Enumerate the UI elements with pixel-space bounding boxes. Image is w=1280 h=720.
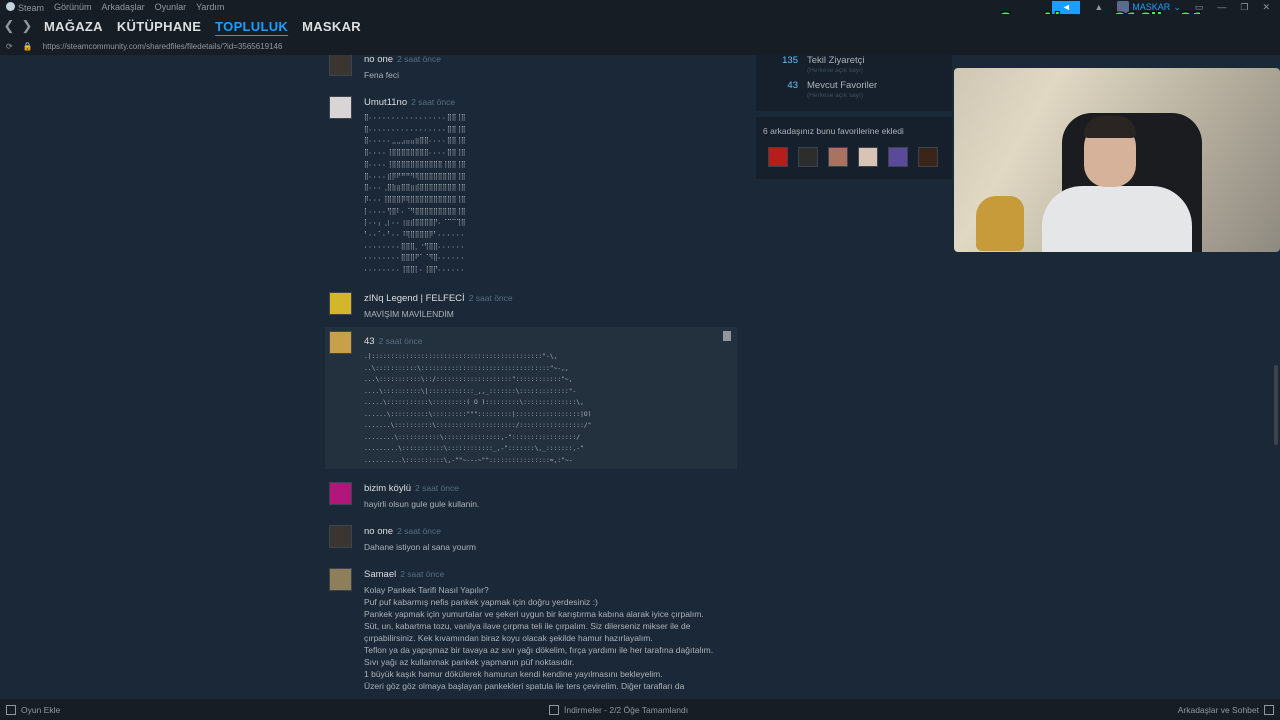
avatar[interactable] [329,292,352,315]
avatar[interactable] [329,96,352,119]
steam-menu[interactable]: Steam [6,1,44,13]
reload-icon[interactable]: ⟳ [6,42,13,51]
comment-author[interactable]: 43 [364,336,375,347]
stat-label: Tekil Ziyaretçi [807,55,865,66]
url-bar: ⟳ 🔒 https://steamcommunity.com/sharedfil… [0,38,1280,55]
menu-view[interactable]: Görünüm [54,2,92,12]
stat-number: 135 [782,55,798,66]
top-menu: Steam Görünüm Arkadaşlar Oyunlar Yardım [0,1,224,13]
comment-text: hayirli olsun gule gule kullanin. [364,499,480,509]
comment: bizim köylü 2 saat önce hayirli olsun gul… [325,478,737,510]
comment: 43 2 saat önce .|::::::::::::::::::::::::… [325,327,737,469]
comment-author[interactable]: zINq Legend | FELFECİ [364,293,465,304]
friends-chat-label: Arkadaşlar ve Sohbet [1177,704,1259,715]
downloads-label: İndirmeler - 2/2 Öğe Tamamlandı [564,704,689,715]
comment-author[interactable]: bizim köylü [364,483,411,494]
comment-time: 2 saat önce [378,336,423,346]
comment: Samael 2 saat önce Kolay Pankek Tarifi Na… [325,564,737,699]
lock-icon: 🔒 [22,42,33,51]
comment-text: Dahane istiyon al sana yourm [364,542,476,552]
comment-text: Kolay Pankek Tarifi Nasıl Yapılır? Puf p… [364,585,714,691]
avatar[interactable] [768,147,788,167]
avatar[interactable] [918,147,938,167]
friends-favorites-panel: 6 arkadaşınız bunu favorilerine ekledi [756,117,952,179]
menu-friends[interactable]: Arkadaşlar [102,2,145,12]
comment-time: 2 saat önce [397,55,442,64]
comment: no one 2 saat önce Dahane istiyon al sana… [325,521,737,553]
restore-icon[interactable]: ❐ [1240,2,1248,13]
comment-time: 2 saat önce [415,483,459,493]
add-game-button[interactable]: Oyun Ekle [6,704,61,715]
avatar[interactable] [329,568,352,591]
stat-label: Mevcut Favoriler [807,80,878,91]
menu-games[interactable]: Oyunlar [155,2,187,12]
nav-bar: ❮ ❯ MAĞAZA KÜTÜPHANE TOPLULUK MASKAR [0,14,1280,38]
close-icon[interactable]: ✕ [1262,2,1270,13]
comment: Umut11no 2 saat önce ⣿⠄⠄⠄⠄⠄⠄⠄⠄⠄⠄⠄⠄⠄⠄⠄⠄⠄⣿⣿… [325,92,737,282]
avatar[interactable] [329,482,352,505]
comment-author[interactable]: no one [364,55,393,65]
url-text[interactable]: https://steamcommunity.com/sharedfiles/f… [43,42,283,51]
comment-time: 2 saat önce [411,97,456,107]
avatar[interactable] [798,147,818,167]
downloads-button[interactable]: İndirmeler - 2/2 Öğe Tamamlandı [549,704,689,715]
comment: zINq Legend | FELFECİ 2 saat önce MAVİŞİM… [325,288,737,320]
avatar[interactable] [329,331,352,354]
menu-help[interactable]: Yardım [196,2,224,12]
nav-library[interactable]: KÜTÜPHANE [117,19,201,34]
comment-time: 2 saat önce [400,569,445,579]
plus-icon [6,704,16,715]
avatar[interactable] [329,55,352,76]
comment-time: 2 saat önce [397,526,442,536]
comment-author[interactable]: no one [364,526,393,537]
stat-number: 43 [787,80,798,91]
webcam-overlay [954,68,1280,252]
nav-store[interactable]: MAĞAZA [44,19,103,34]
trash-icon[interactable] [723,331,731,341]
avatar[interactable] [888,147,908,167]
nav-community[interactable]: TOPLULUK [215,19,288,34]
webcam-person-hair [1084,116,1136,138]
avatar[interactable] [329,525,352,548]
comment-text: MAVİŞİM MAVİLENDİM [364,309,454,319]
stat-row: 43 Mevcut Favoriler (Herkese açık sayı) [756,80,952,104]
comment-ascii-art: .|::::::::::::::::::::::::::::::::::::::… [364,353,592,464]
chat-icon [1264,704,1274,715]
minimize-icon[interactable]: — [1217,2,1226,12]
comment-time: 2 saat önce [468,293,513,303]
friends-favorites-title: 6 arkadaşınız bunu favorilerine ekledi [763,126,904,136]
bottom-bar: Oyun Ekle İndirmeler - 2/2 Öğe Tamamland… [0,699,1280,720]
scrollbar[interactable] [1274,365,1278,445]
download-icon [549,704,559,715]
avatar[interactable] [828,147,848,167]
comment-ascii-art: ⣿⠄⠄⠄⠄⠄⠄⠄⠄⠄⠄⠄⠄⠄⠄⠄⠄⠄⣿⣿⢸⣿ ⣿⠄⠄⠄⠄⠄⠄⠄⠄⠄⠄⠄⠄⠄⠄⠄⠄… [364,114,466,274]
comment-author[interactable]: Samael [364,569,396,580]
comment: no one 2 saat önce Fena feci [325,55,737,80]
forward-arrow-icon[interactable]: ❯ [18,18,36,34]
friends-chat-button[interactable]: Arkadaşlar ve Sohbet [1177,704,1274,715]
stat-sub: (Herkese açık sayı) [807,67,863,74]
comment-text: Fena feci [364,70,399,80]
avatar[interactable] [858,147,878,167]
webcam-person-body [1042,186,1192,252]
stats-panel: 135 Tekil Ziyaretçi (Herkese açık sayı) … [756,55,952,111]
back-arrow-icon[interactable]: ❮ [0,18,18,34]
nav-profile[interactable]: MASKAR [302,19,361,34]
stat-row: 135 Tekil Ziyaretçi (Herkese açık sayı) [756,55,952,79]
steam-logo-icon [6,1,15,11]
friends-avatars [768,147,938,167]
webcam-background-objects [976,196,1024,251]
comment-author[interactable]: Umut11no [364,97,407,108]
add-game-label: Oyun Ekle [21,704,61,715]
stat-sub: (Herkese açık sayı) [807,92,863,99]
